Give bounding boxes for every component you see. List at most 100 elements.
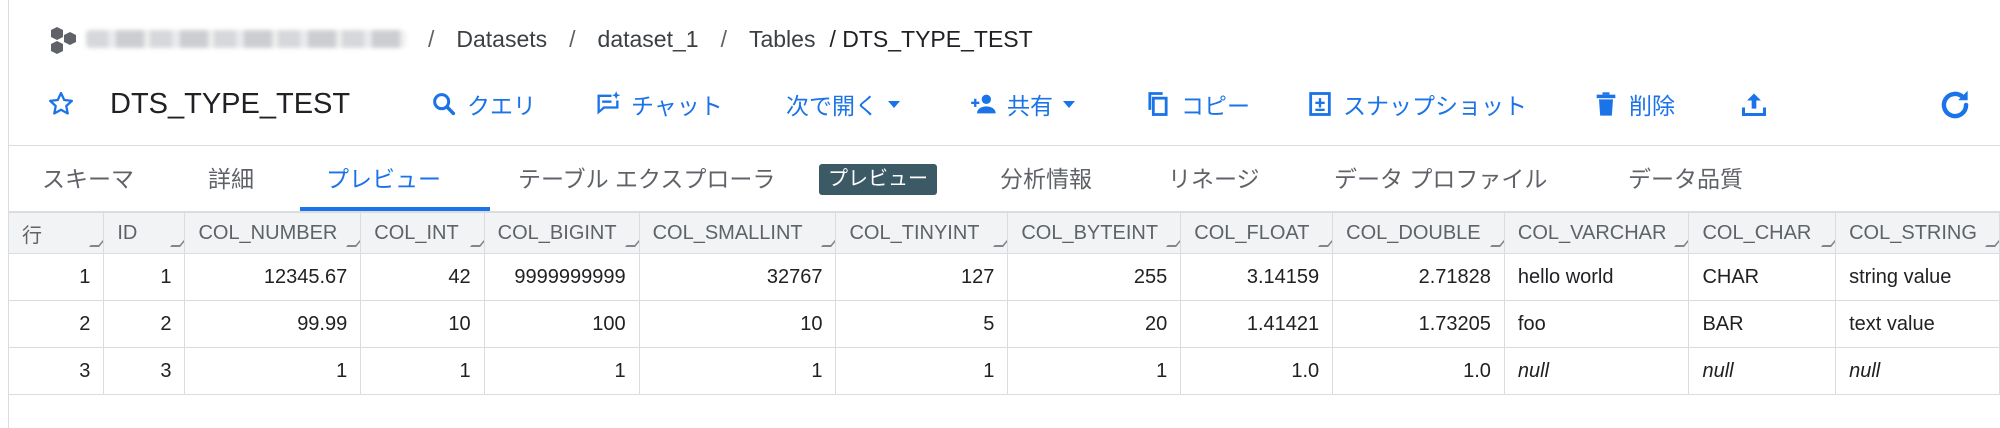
tab-bar: スキーマ 詳細 プレビュー テーブル エクスプローラ プレビュー 分析情報 リネ… xyxy=(8,145,2000,212)
resize-handle-icon[interactable] xyxy=(1674,237,1688,247)
resize-handle-icon[interactable] xyxy=(821,237,835,247)
table-cell: CHAR xyxy=(1688,253,1837,301)
table-cell: 2 xyxy=(103,300,186,348)
table-cell: 10 xyxy=(360,300,485,348)
table-cell: 3 xyxy=(103,347,186,395)
tab-insights[interactable]: 分析情報 xyxy=(1000,160,1092,194)
resize-handle-icon[interactable] xyxy=(469,237,484,247)
column-header[interactable]: COL_DOUBLE xyxy=(1332,212,1505,254)
breadcrumb-separator: / xyxy=(720,25,727,52)
column-header[interactable]: COL_NUMBER xyxy=(184,212,362,254)
query-button[interactable]: クエリ xyxy=(430,86,536,122)
resize-handle-icon[interactable] xyxy=(624,237,639,247)
table-cell: 1.0 xyxy=(1332,347,1505,395)
table-cell: 3.14159 xyxy=(1180,253,1334,301)
breadcrumb-current: / DTS_TYPE_TEST xyxy=(829,25,1033,52)
resize-handle-icon[interactable] xyxy=(89,237,103,247)
share-button[interactable]: 共有 xyxy=(970,86,1075,122)
upload-icon xyxy=(1741,93,1767,117)
table-cell: 1.41421 xyxy=(1180,300,1334,348)
resize-handle-icon[interactable] xyxy=(1318,237,1332,247)
breadcrumb-tables[interactable]: Tables xyxy=(749,26,815,53)
table-cell: 1 xyxy=(483,347,640,395)
table-cell: 32767 xyxy=(638,253,837,301)
chat-button[interactable]: チャット xyxy=(594,86,723,122)
table-cell: 1 xyxy=(360,347,485,395)
copy-button[interactable]: コピー xyxy=(1144,86,1250,122)
active-tab-indicator xyxy=(300,207,490,211)
table-row: 2 2 99.99 10 100 10 5 20 1.41421 1.73205… xyxy=(7,300,2000,348)
table-row: 3 3 1 1 1 1 1 1 1.0 1.0 null null null xyxy=(7,347,2000,395)
column-header[interactable]: COL_INT xyxy=(360,212,485,254)
table-cell: 1 xyxy=(835,347,1009,395)
resize-handle-icon[interactable] xyxy=(993,237,1007,247)
table-cell: 1.73205 xyxy=(1332,300,1505,348)
table-row: 1 1 12345.67 42 9999999999 32767 127 255… xyxy=(7,253,2000,301)
column-header[interactable]: 行 xyxy=(7,212,105,254)
delete-label: 削除 xyxy=(1629,93,1675,119)
table-cell: 12345.67 xyxy=(184,253,362,301)
query-label: クエリ xyxy=(467,93,536,119)
column-header[interactable]: COL_BIGINT xyxy=(483,212,640,254)
table-cell: BAR xyxy=(1688,300,1837,348)
column-header[interactable]: COL_TINYINT xyxy=(835,212,1009,254)
resize-handle-icon[interactable] xyxy=(1985,237,1999,247)
null-cell: null xyxy=(1688,347,1837,395)
table-cell: 9999999999 xyxy=(483,253,640,301)
column-header[interactable]: ID xyxy=(103,212,186,254)
tab-lineage[interactable]: リネージ xyxy=(1168,160,1260,194)
table-header-row: 行 ID COL_NUMBER COL_INT COL_BIGINT COL_S… xyxy=(7,212,2000,254)
resize-handle-icon[interactable] xyxy=(170,237,184,247)
open-in-button[interactable]: 次で開く xyxy=(786,86,900,122)
table-cell: 100 xyxy=(483,300,640,348)
snapshot-label: スナップショット xyxy=(1343,93,1527,119)
delete-button[interactable]: 削除 xyxy=(1592,86,1675,122)
column-header[interactable]: COL_FLOAT xyxy=(1180,212,1334,254)
resize-handle-icon[interactable] xyxy=(1489,237,1504,247)
chat-spark-icon xyxy=(597,91,621,115)
column-header[interactable]: COL_VARCHAR xyxy=(1503,212,1690,254)
table-cell: text value xyxy=(1835,300,2000,348)
copy-icon xyxy=(1148,92,1168,116)
column-header[interactable]: COL_STRING xyxy=(1835,212,2000,254)
table-cell: 2 xyxy=(7,300,105,348)
refresh-icon[interactable] xyxy=(1936,86,1974,124)
preview-badge: プレビュー xyxy=(819,164,937,195)
tab-data-profile[interactable]: データ プロファイル xyxy=(1334,160,1547,194)
tab-table-explorer[interactable]: テーブル エクスプローラ xyxy=(518,160,775,194)
page-title: DTS_TYPE_TEST xyxy=(110,88,351,120)
project-name-redacted[interactable] xyxy=(86,30,406,48)
tab-data-quality[interactable]: データ品質 xyxy=(1628,160,1743,194)
tab-preview[interactable]: プレビュー xyxy=(326,160,441,194)
breadcrumb-datasets[interactable]: Datasets xyxy=(456,26,547,53)
table-cell: foo xyxy=(1503,300,1690,348)
breadcrumb-separator: / xyxy=(428,25,435,52)
breadcrumb-separator: / xyxy=(569,25,576,52)
null-cell: null xyxy=(1503,347,1690,395)
table-cell: 1 xyxy=(638,347,837,395)
copy-label: コピー xyxy=(1181,93,1250,119)
table-cell: 42 xyxy=(360,253,485,301)
preview-table: 行 ID COL_NUMBER COL_INT COL_BIGINT COL_S… xyxy=(7,212,2000,395)
snapshot-button[interactable]: スナップショット xyxy=(1306,86,1527,122)
table-cell: 1 xyxy=(184,347,362,395)
column-header[interactable]: COL_CHAR xyxy=(1688,212,1837,254)
export-button[interactable] xyxy=(1740,86,1777,122)
column-header[interactable]: COL_SMALLINT xyxy=(638,212,837,254)
breadcrumb-dataset[interactable]: dataset_1 xyxy=(598,26,699,53)
resize-handle-icon[interactable] xyxy=(1166,237,1180,247)
project-icon xyxy=(51,27,76,54)
share-label: 共有 xyxy=(1007,93,1053,119)
table-cell: 1 xyxy=(7,253,105,301)
tab-schema[interactable]: スキーマ xyxy=(42,160,134,194)
table-cell: 127 xyxy=(835,253,1009,301)
resize-handle-icon[interactable] xyxy=(1821,237,1835,247)
star-icon[interactable] xyxy=(46,89,76,119)
chevron-down-icon xyxy=(1063,100,1075,108)
table-cell: 5 xyxy=(835,300,1009,348)
column-header[interactable]: COL_BYTEINT xyxy=(1007,212,1182,254)
tab-details[interactable]: 詳細 xyxy=(208,160,254,194)
table-cell: 1 xyxy=(103,253,186,301)
table-cell: string value xyxy=(1835,253,2000,301)
resize-handle-icon[interactable] xyxy=(346,237,360,247)
